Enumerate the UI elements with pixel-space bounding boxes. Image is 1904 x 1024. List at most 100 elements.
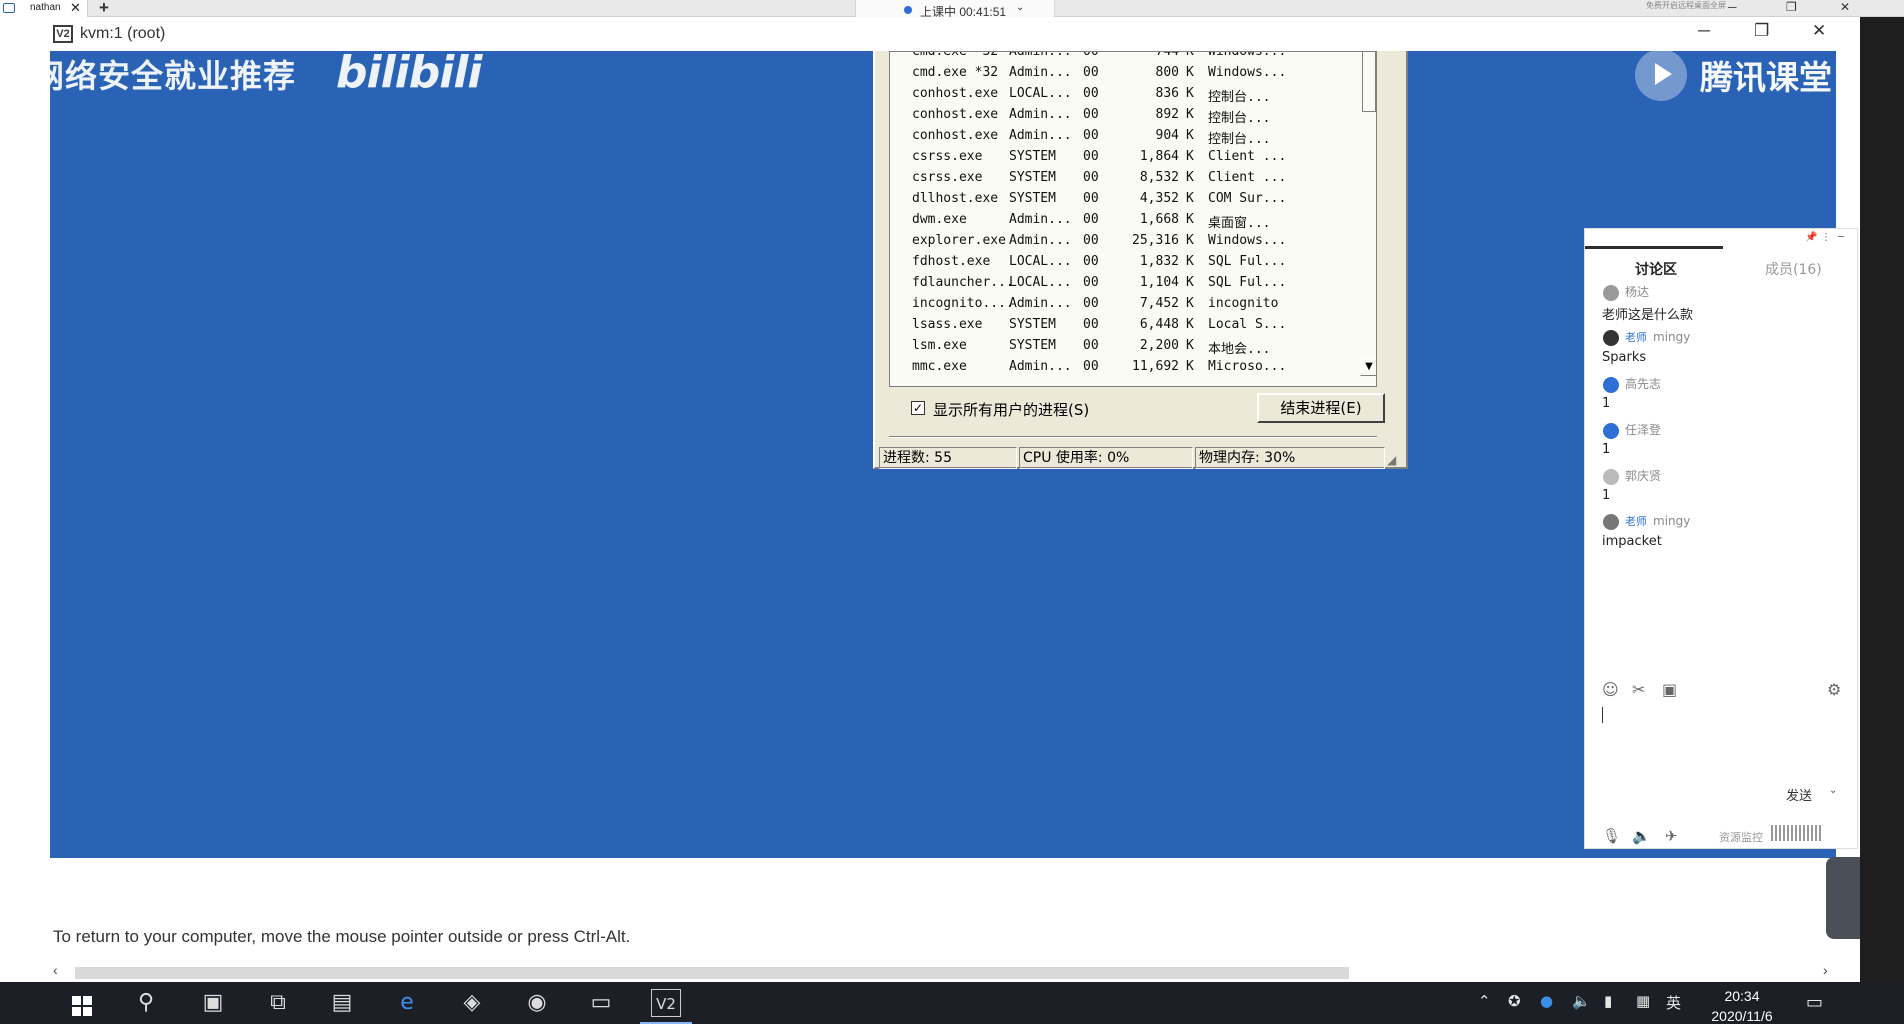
process-row[interactable]: lsass.exe SYSTEM 00 6,448 K Local S... [890,315,1360,336]
process-row[interactable]: conhost.exe LOCAL... 00 836 K 控制台... [890,84,1360,105]
process-row[interactable]: csrss.exe SYSTEM 00 8,532 K Client ... [890,168,1360,189]
scroll-thumb[interactable] [1362,52,1376,112]
tab-members[interactable]: 成员(16) [1765,259,1822,279]
browser-tab[interactable]: nathan ✕ [0,0,88,17]
message-sender[interactable]: 高先志 [1603,375,1661,393]
security-icon[interactable]: ✪ [1508,992,1521,1010]
process-row[interactable]: incognito.... Admin... 00 7,452 Kincognito [890,294,1360,315]
floating-widget[interactable] [1826,857,1860,939]
file-explorer-icon[interactable]: ▤ [327,989,357,1017]
tab-discussion[interactable]: 讨论区 [1635,259,1677,279]
notification-icon[interactable]: ▭ [1806,992,1823,1013]
panel-minimize-icon[interactable]: ─ [1838,232,1844,243]
windows-start-icon[interactable] [72,996,92,1016]
host-restore-button[interactable]: ❐ [1786,0,1797,14]
process-user: Admin... [1009,51,1072,59]
process-row[interactable]: explorer.exe Admin... 00 25,316 K Windows... [890,231,1360,252]
horizontal-scrollbar[interactable]: ‹ › [53,962,1833,982]
tab-close-icon[interactable]: ✕ [70,0,81,16]
tencent-meeting-icon[interactable]: ● [1540,992,1553,1010]
message-sender[interactable]: 任泽登 [1603,421,1661,439]
avatar[interactable] [1603,468,1619,485]
chevron-down-icon[interactable]: ⌄ [1016,2,1024,13]
network-icon[interactable]: ▦ [1636,992,1650,1010]
process-row[interactable]: fdlauncher... LOCAL... 00 1,104 K SQL Ful... [890,273,1360,294]
process-row[interactable]: fdhost.exe LOCAL... 00 1,832 K SQL Ful... [890,252,1360,273]
avatar[interactable] [1603,284,1619,301]
scroll-track[interactable] [75,967,1349,979]
message-input[interactable] [1602,707,1603,723]
microphone-icon[interactable]: 🎙 [1602,827,1621,845]
end-process-button[interactable]: 结束进程(E) [1257,393,1385,423]
process-user: LOCAL... [1009,275,1072,290]
pin-icon[interactable]: 📌 [1805,232,1817,243]
speaker-icon[interactable]: 🔈 [1632,827,1651,845]
message-sender[interactable]: 老师 mingy [1603,329,1690,346]
chrome-icon[interactable]: ◉ [522,989,552,1017]
resource-monitor-label[interactable]: 资源监控 [1719,829,1763,845]
process-row[interactable]: dwm.exe Admin... 00 1,668 K 桌面窗... [890,210,1360,231]
process-row[interactable]: lsm.exe SYSTEM 00 2,200 K 本地会... [890,336,1360,357]
process-user: Admin... [1009,128,1072,143]
scroll-down-arrow-icon[interactable]: ▼ [1360,358,1376,376]
ime-indicator[interactable]: 英 [1666,992,1681,1013]
search-icon[interactable]: ⚲ [131,989,161,1017]
more-icon[interactable]: ⋮ [1821,232,1831,243]
process-row[interactable]: cmd.exe *32 Admin... 00 744 K Windows... [890,51,1360,63]
process-cpu: 00 [1083,149,1099,164]
process-row[interactable]: conhost.exe Admin... 00 892 K 控制台... [890,105,1360,126]
process-row[interactable]: mmc.exe Admin... 00 11,692 K Microso... [890,357,1360,378]
show-all-processes-checkbox[interactable]: ✓ [911,401,925,415]
edge-icon[interactable]: e [392,989,422,1017]
avatar[interactable] [1603,513,1619,530]
sender-name: 杨达 [1625,285,1650,299]
process-row[interactable]: conhost.exe Admin... 00 904 K 控制台... [890,126,1360,147]
process-row[interactable]: cmd.exe *32 Admin... 00 800 K Windows... [890,63,1360,84]
tab-label: nathan [30,2,61,13]
share-icon[interactable]: ✈ [1665,827,1678,845]
message-sender[interactable]: 郭庆贤 [1603,467,1661,485]
app-icon[interactable]: ◈ [457,989,487,1017]
resize-grip-icon[interactable]: ◢ [1387,453,1396,467]
process-cpu: 00 [1083,51,1099,59]
avatar[interactable] [1603,376,1619,393]
close-button[interactable]: ✕ [1812,21,1826,41]
host-close-button[interactable]: ✕ [1840,0,1850,14]
process-memory-unit: K [1186,254,1194,269]
remote-desktop[interactable]: 网络安全就业推荐 bilibili 腾讯课堂 cmd.exe *32 Admin.… [50,51,1836,858]
vnc-viewer-icon[interactable]: V2 [651,989,681,1017]
settings-icon[interactable]: ⚙ [1827,680,1841,699]
scroll-right-icon[interactable]: › [1823,962,1828,978]
clock[interactable]: 20:34 2020/11/6 [1702,986,1782,1024]
volume-icon[interactable]: 🔈 [1572,992,1591,1010]
vmware-icon[interactable]: ▣ [198,989,228,1017]
host-minimize-button[interactable]: ─ [1728,0,1737,14]
emoji-icon[interactable]: ☺ [1602,680,1619,699]
avatar[interactable] [1603,422,1619,439]
new-tab-button[interactable]: + [99,0,109,18]
chevron-down-icon[interactable]: ⌄ [1829,785,1837,796]
minimize-button[interactable]: ─ [1698,21,1710,41]
scissors-icon[interactable]: ✂ [1632,680,1645,699]
battery-icon[interactable]: ▮ [1604,992,1612,1010]
host-taskbar: ⚲ ▣ ⧉ ▤ e ◈ ◉ ▭ V2 ⌃ ✪ ● 🔈 ▮ ▦ 英 20:34 2… [0,982,1904,1024]
process-description: 控制台... [1208,111,1271,126]
teacher-badge: 老师 [1625,515,1647,528]
virtual-machine-icon[interactable]: ⧉ [263,989,293,1017]
message-sender[interactable]: 杨达 [1603,283,1649,301]
process-row[interactable]: csrss.exe SYSTEM 00 1,864 K Client ... [890,147,1360,168]
terminal-icon[interactable]: ▭ [586,989,616,1017]
send-button[interactable]: 发送 [1786,785,1812,804]
process-row[interactable]: dllhost.exe SYSTEM 00 4,352 K COM Sur... [890,189,1360,210]
process-memory: 904 [1155,128,1179,143]
scroll-left-icon[interactable]: ‹ [53,962,58,978]
process-list[interactable]: cmd.exe *32 Admin... 00 744 K Windows... cmd.e… [889,51,1377,387]
tray-expand-icon[interactable]: ⌃ [1478,992,1491,1010]
message-sender[interactable]: 老师 mingy [1603,513,1690,530]
process-list-scrollbar[interactable]: ▼ [1360,52,1376,386]
process-user: SYSTEM [1009,149,1056,164]
watermark-text: 网络安全就业推荐 [50,57,297,95]
avatar[interactable] [1603,329,1619,346]
restore-button[interactable]: ❐ [1754,21,1769,41]
image-icon[interactable]: ▣ [1662,680,1677,699]
